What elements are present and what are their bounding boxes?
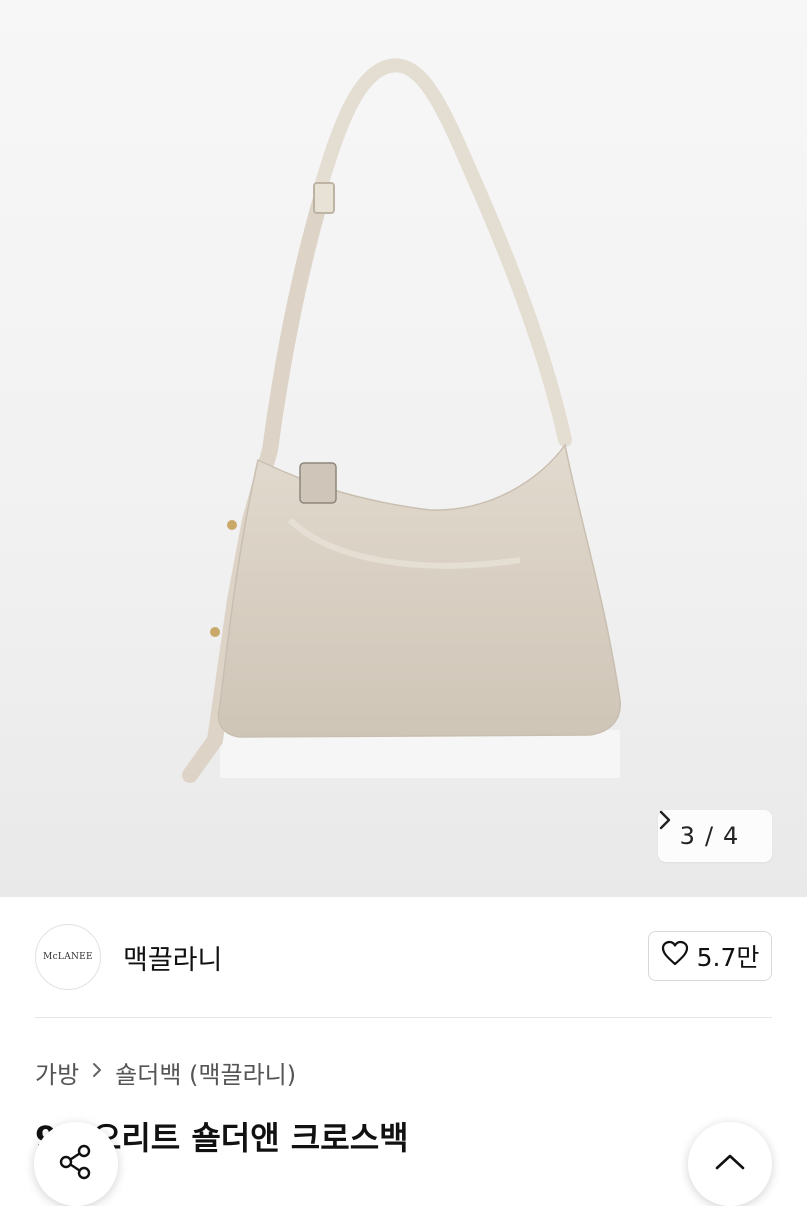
product-image bbox=[182, 58, 621, 783]
pager-separator: / bbox=[704, 822, 714, 850]
pager-total: 4 bbox=[723, 822, 739, 850]
image-pager[interactable]: 3 / 4 bbox=[658, 810, 772, 862]
product-image-gallery[interactable]: 3 / 4 bbox=[0, 0, 807, 897]
divider bbox=[35, 1017, 772, 1018]
breadcrumb-category[interactable]: 가방 bbox=[35, 1055, 79, 1090]
heart-outline-icon bbox=[661, 940, 689, 972]
breadcrumb-subcategory[interactable]: 숄더백 (맥끌라니) bbox=[115, 1055, 296, 1090]
seller-logo-text: McLANEE bbox=[43, 952, 93, 962]
scroll-top-button[interactable] bbox=[688, 1122, 772, 1206]
share-button[interactable] bbox=[34, 1122, 118, 1206]
seller-logo[interactable]: McLANEE bbox=[35, 924, 101, 990]
breadcrumb: 가방 숄더백 (맥끌라니) bbox=[35, 1055, 296, 1090]
chevron-up-icon bbox=[713, 1151, 747, 1177]
like-button[interactable]: 5.7만 bbox=[648, 931, 772, 981]
seller-name[interactable]: 맥끌라니 bbox=[123, 938, 222, 977]
share-icon bbox=[56, 1142, 96, 1186]
breadcrumb-separator-icon bbox=[91, 1060, 103, 1085]
like-count: 5.7만 bbox=[696, 943, 760, 972]
pager-current: 3 bbox=[679, 822, 695, 850]
seller-row: McLANEE 맥끌라니 5.7만 bbox=[35, 922, 772, 992]
